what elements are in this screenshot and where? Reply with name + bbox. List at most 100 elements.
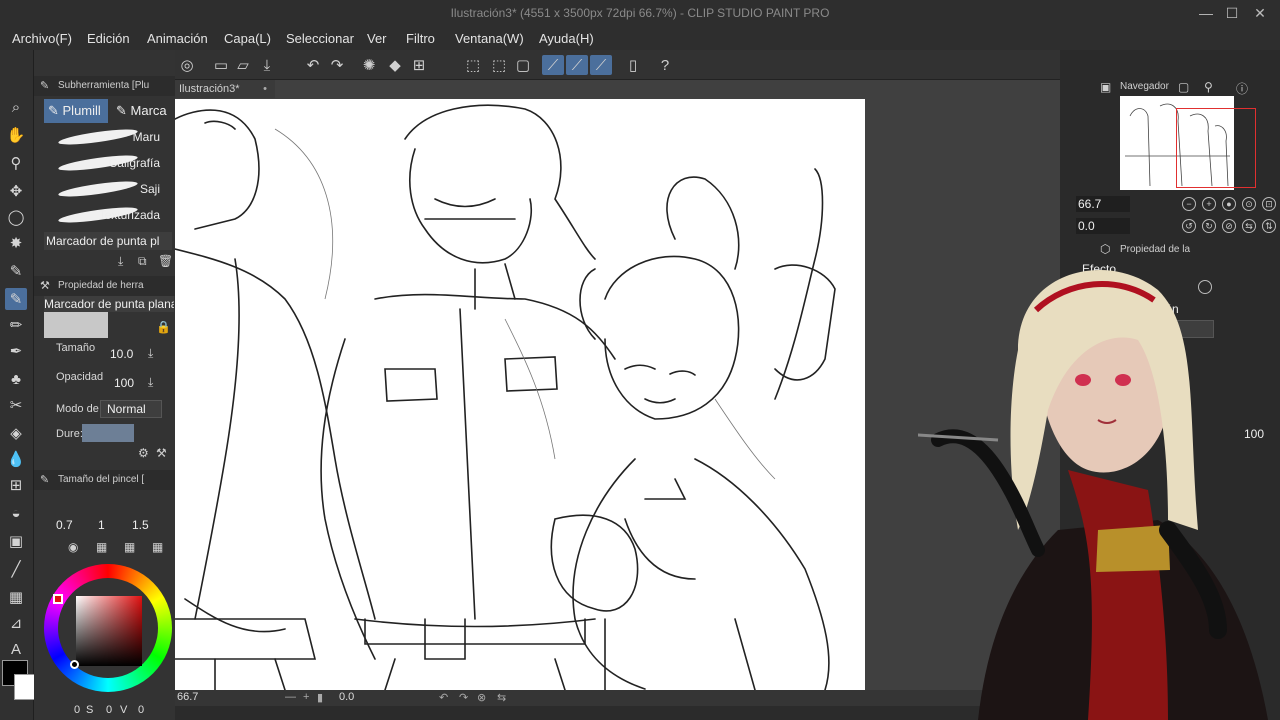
- move-icon[interactable]: ✥: [5, 180, 27, 202]
- menu-ventana[interactable]: Ventana(W): [455, 31, 524, 46]
- menu-edicion[interactable]: Edición: [87, 31, 130, 46]
- open-folder-icon[interactable]: ▱: [232, 55, 254, 75]
- color-slider-tab-icon[interactable]: ▦: [152, 540, 163, 554]
- navigator-fit-window-icon[interactable]: ⊡: [1262, 197, 1276, 211]
- navigator-flip-horizontal-icon[interactable]: ⇆: [1242, 219, 1256, 233]
- gradient-icon[interactable]: ▣: [5, 530, 27, 552]
- grid-snap-icon[interactable]: ⟋: [590, 55, 612, 75]
- search-tab-icon[interactable]: ⚲: [1204, 80, 1213, 94]
- minimize-button[interactable]: —: [1196, 4, 1216, 22]
- canvas-paper[interactable]: [175, 99, 865, 690]
- tab-close-icon[interactable]: •: [263, 80, 267, 98]
- zoom-out-icon[interactable]: —: [285, 691, 296, 703]
- brush-item-caligrafia[interactable]: Caligrafía: [44, 152, 170, 176]
- delete-subtool-icon[interactable]: 🗑: [158, 254, 173, 268]
- color-history-tab-icon[interactable]: ▦: [124, 540, 135, 554]
- color-set-tab-icon[interactable]: ▦: [96, 540, 107, 554]
- pencil-icon[interactable]: ✏: [5, 314, 27, 336]
- loading-icon[interactable]: ✺: [358, 55, 380, 75]
- magic-wand-icon[interactable]: ✸: [5, 232, 27, 254]
- tab-plumilla[interactable]: ✎ Plumill: [44, 99, 108, 123]
- balloon-icon[interactable]: ⊿: [5, 612, 27, 634]
- navigator-angle-field[interactable]: 0.0: [1076, 218, 1130, 234]
- brush-size-07[interactable]: 0.7: [56, 518, 73, 532]
- eyedrop-icon[interactable]: ⚲: [5, 152, 27, 174]
- line-icon[interactable]: ╱: [5, 558, 27, 580]
- redo-icon[interactable]: ↷: [326, 55, 348, 75]
- info-tab-icon[interactable]: ⓘ: [1236, 80, 1248, 97]
- rotate-left-icon[interactable]: ↶: [439, 691, 448, 704]
- special-ruler-snap-icon[interactable]: ⟋: [566, 55, 588, 75]
- brush-item-maru[interactable]: Maru: [44, 126, 170, 150]
- menu-archivo[interactable]: Archivo(F): [12, 31, 72, 46]
- zoom-in-icon[interactable]: +: [303, 691, 309, 703]
- help-icon[interactable]: ?: [654, 55, 676, 75]
- clip-studio-icon[interactable]: ◎: [176, 55, 198, 75]
- navigator-zoom-in-icon[interactable]: +: [1202, 197, 1216, 211]
- color-wheel-tab-icon[interactable]: ◉: [68, 540, 78, 554]
- opacity-pressure-icon[interactable]: ⤓: [148, 375, 153, 390]
- settings-icon[interactable]: ⚙: [138, 446, 149, 460]
- navigator-fit-icon[interactable]: ●: [1222, 197, 1236, 211]
- navigator-view-frame[interactable]: [1176, 108, 1256, 188]
- brush-item-saji[interactable]: Saji: [44, 178, 170, 202]
- hand-icon[interactable]: ✋: [5, 124, 27, 146]
- zoom-icon[interactable]: ⌕: [5, 96, 27, 118]
- navigator-actual-size-icon[interactable]: ⊙: [1242, 197, 1256, 211]
- frame-border-icon[interactable]: ▦: [5, 586, 27, 608]
- size-pressure-icon[interactable]: ⤓: [148, 346, 153, 361]
- rotate-right-icon[interactable]: ↷: [459, 691, 468, 704]
- device-icon[interactable]: ▯: [622, 55, 644, 75]
- navigator-zoom-out-icon[interactable]: −: [1182, 197, 1196, 211]
- navigator-zoom-field[interactable]: 66.7: [1076, 196, 1130, 212]
- subtool-settings-icon[interactable]: ⤓: [118, 254, 123, 269]
- undo-icon[interactable]: ↶: [302, 55, 324, 75]
- frame-icon[interactable]: ▢: [512, 55, 534, 75]
- selected-subtool[interactable]: Marcador de punta pl: [44, 232, 172, 250]
- flip-icon[interactable]: ⇆: [497, 691, 506, 704]
- transform-icon[interactable]: ⊞: [408, 55, 430, 75]
- brush-item-texturizada[interactable]: Texturizada: [44, 204, 170, 228]
- text-icon[interactable]: A: [5, 638, 27, 660]
- fill-icon[interactable]: ◆: [384, 55, 406, 75]
- brush-size-1[interactable]: 1: [98, 518, 105, 532]
- opacity-value[interactable]: 100: [114, 376, 134, 390]
- selection-icon[interactable]: ⬚: [462, 55, 484, 75]
- menu-filtro[interactable]: Filtro: [406, 31, 435, 46]
- layer-tab-icon[interactable]: ▢: [1178, 80, 1189, 94]
- color-marker[interactable]: [70, 660, 79, 669]
- blend-mode-dropdown[interactable]: Normal: [100, 400, 162, 418]
- marker-icon[interactable]: ✎: [5, 288, 27, 310]
- navigator-flip-vertical-icon[interactable]: ⇅: [1262, 219, 1276, 233]
- pen-icon[interactable]: ✎: [5, 260, 27, 282]
- navigator-rotate-left-icon[interactable]: ↺: [1182, 219, 1196, 233]
- stamp-icon[interactable]: ♣: [5, 368, 27, 390]
- maximize-button[interactable]: ☐: [1222, 4, 1242, 22]
- duplicate-subtool-icon[interactable]: ⧉: [138, 254, 147, 269]
- menu-capa[interactable]: Capa(L): [224, 31, 271, 46]
- close-button[interactable]: ✕: [1250, 4, 1270, 22]
- reset-rotation-icon[interactable]: ⊗: [477, 691, 486, 704]
- airbrush-icon[interactable]: ✂: [5, 394, 27, 416]
- brush-icon[interactable]: ✒: [5, 340, 27, 362]
- bucket-icon[interactable]: ◒: [5, 502, 27, 524]
- navigator-rotate-right-icon[interactable]: ↻: [1202, 219, 1216, 233]
- crop-icon[interactable]: ⬚: [488, 55, 510, 75]
- status-angle[interactable]: 0.0: [339, 691, 354, 703]
- lock-icon[interactable]: 🔒: [156, 320, 171, 334]
- color-wheel[interactable]: [44, 562, 174, 696]
- tab-marcador[interactable]: ✎ Marca: [112, 99, 174, 123]
- saturation-value-square[interactable]: [76, 596, 142, 666]
- eraser-icon[interactable]: ◈: [5, 422, 27, 444]
- menu-ayuda[interactable]: Ayuda(H): [539, 31, 594, 46]
- grid-icon[interactable]: ⊞: [5, 474, 27, 496]
- navigator-reset-rotation-icon[interactable]: ⊘: [1222, 219, 1236, 233]
- ruler-snap-icon[interactable]: ⟋: [542, 55, 564, 75]
- lasso-icon[interactable]: ◯: [5, 206, 27, 228]
- hardness-slider[interactable]: [82, 424, 134, 442]
- brush-size-15[interactable]: 1.5: [132, 518, 149, 532]
- size-value[interactable]: 10.0: [110, 347, 133, 361]
- menu-animacion[interactable]: Animación: [147, 31, 208, 46]
- zoom-slider[interactable]: ▮: [317, 691, 323, 704]
- menu-ver[interactable]: Ver: [367, 31, 387, 46]
